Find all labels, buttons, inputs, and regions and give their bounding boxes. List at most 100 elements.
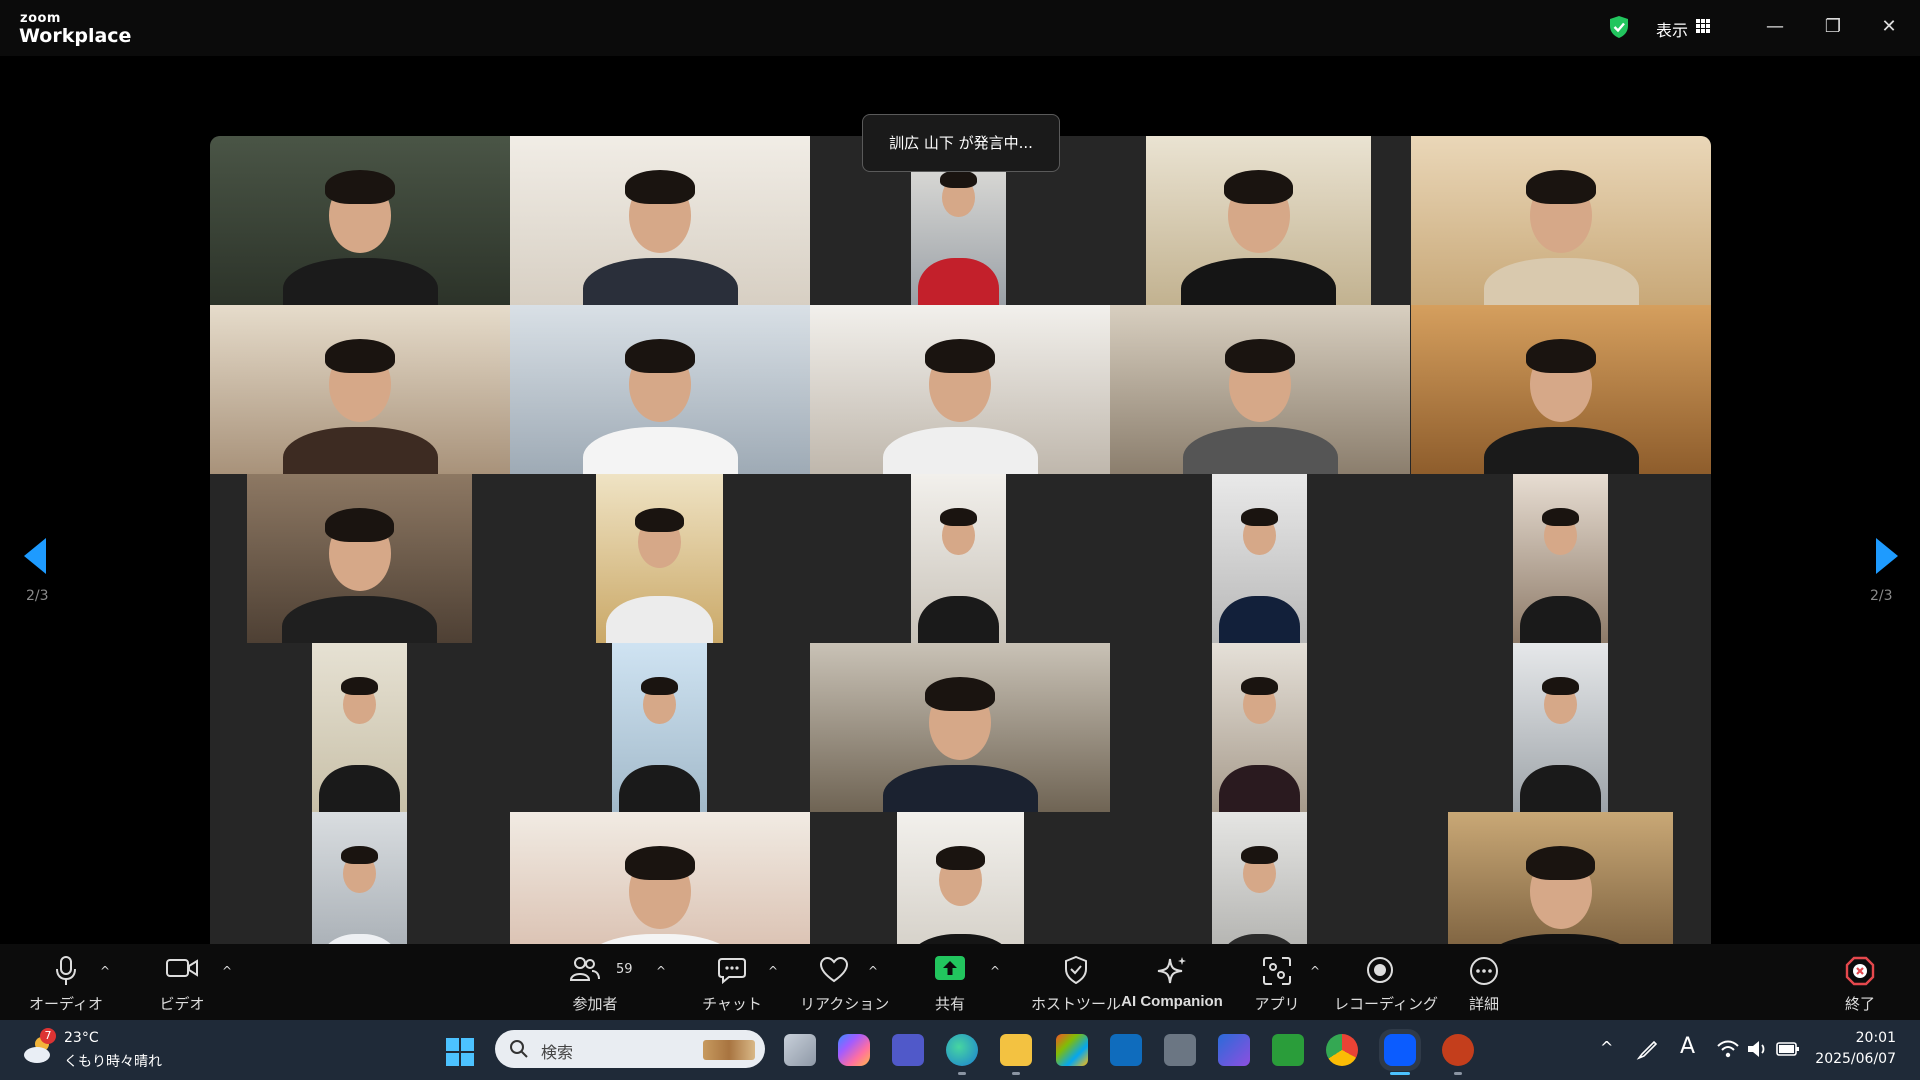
settings-app-icon[interactable] bbox=[1164, 1034, 1196, 1066]
participant-video-tile[interactable] bbox=[1110, 305, 1410, 474]
close-button[interactable]: ✕ bbox=[1874, 12, 1904, 42]
participant-video-tile[interactable] bbox=[312, 643, 407, 812]
video-button[interactable]: ビデオ bbox=[150, 944, 214, 1020]
end-octagon-icon bbox=[1845, 956, 1875, 986]
participant-hair bbox=[625, 845, 695, 880]
participant-video-tile[interactable] bbox=[1212, 643, 1307, 812]
participant-video-tile[interactable] bbox=[1513, 474, 1608, 643]
participant-hair bbox=[1241, 507, 1278, 526]
share-button[interactable]: 共有 bbox=[922, 944, 978, 1020]
view-grid-icon[interactable] bbox=[1696, 19, 1710, 33]
ime-mode-indicator[interactable]: A bbox=[1680, 1034, 1695, 1059]
participants-button[interactable]: 参加者 bbox=[560, 944, 630, 1020]
participant-video-tile[interactable] bbox=[596, 474, 723, 643]
sparkle-icon bbox=[1157, 957, 1186, 984]
task-view-icon[interactable] bbox=[784, 1034, 816, 1066]
participant-hair bbox=[1241, 845, 1278, 864]
windows-start-icon[interactable] bbox=[446, 1038, 474, 1066]
participant-hair bbox=[341, 676, 378, 695]
view-button[interactable]: 表示 bbox=[1656, 17, 1688, 41]
recording-button[interactable]: レコーディング bbox=[1334, 944, 1438, 1020]
meeting-toolbar: オーディオ ^ ビデオ ^ 参加者 59 ^ チャット ^ リアクション ^ 共… bbox=[0, 944, 1920, 1020]
zoom-app-icon[interactable] bbox=[1384, 1034, 1416, 1066]
microsoft-store-icon[interactable] bbox=[1056, 1034, 1088, 1066]
chat-button[interactable]: チャット bbox=[696, 944, 768, 1020]
minimize-button[interactable]: — bbox=[1760, 12, 1790, 42]
microphone-icon bbox=[56, 956, 76, 985]
previous-page-arrow-icon[interactable] bbox=[24, 538, 46, 574]
show-hidden-icons-caret[interactable]: ^ bbox=[1600, 1038, 1613, 1057]
clock-date[interactable]: 2025/06/07 bbox=[1810, 1051, 1896, 1067]
recording-label: レコーディング bbox=[1334, 995, 1438, 1013]
participant-video-tile[interactable] bbox=[510, 305, 810, 474]
participant-video-tile[interactable] bbox=[810, 643, 1110, 812]
clock-time[interactable]: 20:01 bbox=[1822, 1030, 1896, 1046]
wifi-icon[interactable] bbox=[1716, 1038, 1740, 1060]
reactions-options-caret[interactable]: ^ bbox=[868, 964, 878, 978]
participant-video-tile[interactable] bbox=[810, 305, 1110, 474]
reactions-button[interactable]: リアクション bbox=[800, 944, 889, 1020]
participant-video-tile[interactable] bbox=[911, 474, 1006, 643]
audio-options-caret[interactable]: ^ bbox=[100, 964, 110, 978]
chat-app-icon[interactable] bbox=[1272, 1034, 1304, 1066]
ai-companion-label: AI Companion bbox=[1121, 993, 1223, 1010]
participant-video-tile[interactable] bbox=[247, 474, 472, 643]
taskbar-search-box[interactable]: 検索 bbox=[495, 1030, 765, 1068]
participant-video-tile[interactable] bbox=[1411, 136, 1711, 305]
video-camera-icon bbox=[166, 959, 198, 977]
participant-hair bbox=[1223, 169, 1294, 204]
share-screen-icon bbox=[935, 956, 965, 980]
end-label: 終了 bbox=[1844, 995, 1875, 1013]
copilot-icon[interactable] bbox=[838, 1034, 870, 1066]
participant-video-tile[interactable] bbox=[1513, 643, 1608, 812]
learning-app-icon[interactable] bbox=[1218, 1034, 1250, 1066]
participants-label: 参加者 bbox=[572, 995, 618, 1013]
more-ellipsis-icon bbox=[1470, 957, 1498, 985]
apps-options-caret[interactable]: ^ bbox=[1310, 964, 1320, 978]
pen-tray-icon[interactable] bbox=[1636, 1038, 1660, 1062]
participant-hair bbox=[1526, 338, 1596, 373]
edge-browser-icon[interactable] bbox=[946, 1034, 978, 1066]
share-options-caret[interactable]: ^ bbox=[990, 964, 1000, 978]
chat-label: チャット bbox=[702, 995, 762, 1013]
host-tools-button[interactable]: ホストツール bbox=[1022, 944, 1130, 1020]
participant-hair bbox=[635, 507, 684, 532]
powerpoint-icon[interactable] bbox=[1442, 1034, 1474, 1066]
video-options-caret[interactable]: ^ bbox=[222, 964, 232, 978]
participant-video-tile[interactable] bbox=[210, 136, 510, 305]
participant-body bbox=[1219, 595, 1300, 643]
search-highlight-image bbox=[703, 1040, 755, 1060]
participant-video-tile[interactable] bbox=[612, 643, 707, 812]
audio-button[interactable]: オーディオ bbox=[26, 944, 106, 1020]
participant-video-tile[interactable] bbox=[210, 305, 510, 474]
ai-companion-button[interactable]: AI Companion bbox=[1120, 944, 1224, 1020]
battery-icon[interactable] bbox=[1776, 1040, 1800, 1058]
weather-temperature[interactable]: 23°C bbox=[64, 1030, 99, 1046]
outlook-icon[interactable] bbox=[1110, 1034, 1142, 1066]
weather-description[interactable]: くもり時々晴れ bbox=[64, 1051, 162, 1071]
participants-options-caret[interactable]: ^ bbox=[656, 964, 666, 978]
participant-video-tile[interactable] bbox=[1146, 136, 1371, 305]
participant-hair bbox=[940, 507, 977, 526]
participant-video-tile[interactable] bbox=[1212, 474, 1307, 643]
restore-button[interactable]: ❐ bbox=[1818, 12, 1848, 42]
participant-hair bbox=[324, 507, 395, 542]
heart-icon bbox=[819, 956, 848, 983]
participant-body bbox=[918, 257, 999, 305]
end-meeting-button[interactable]: 終了 bbox=[1836, 944, 1884, 1020]
participant-video-tile[interactable] bbox=[510, 136, 810, 305]
more-button[interactable]: 詳細 bbox=[1452, 944, 1516, 1020]
apps-icon bbox=[1263, 957, 1291, 985]
participant-video-tile[interactable] bbox=[1411, 305, 1711, 474]
chat-options-caret[interactable]: ^ bbox=[768, 964, 778, 978]
encryption-shield-icon[interactable] bbox=[1608, 15, 1630, 39]
participant-hair bbox=[936, 845, 985, 870]
volume-icon[interactable] bbox=[1746, 1038, 1770, 1060]
apps-button[interactable]: アプリ bbox=[1244, 944, 1310, 1020]
participant-body bbox=[619, 764, 700, 812]
file-explorer-icon[interactable] bbox=[1000, 1034, 1032, 1066]
search-icon bbox=[510, 1040, 528, 1058]
teams-icon[interactable] bbox=[892, 1034, 924, 1066]
next-page-arrow-icon[interactable] bbox=[1876, 538, 1898, 574]
chrome-icon[interactable] bbox=[1326, 1034, 1358, 1066]
